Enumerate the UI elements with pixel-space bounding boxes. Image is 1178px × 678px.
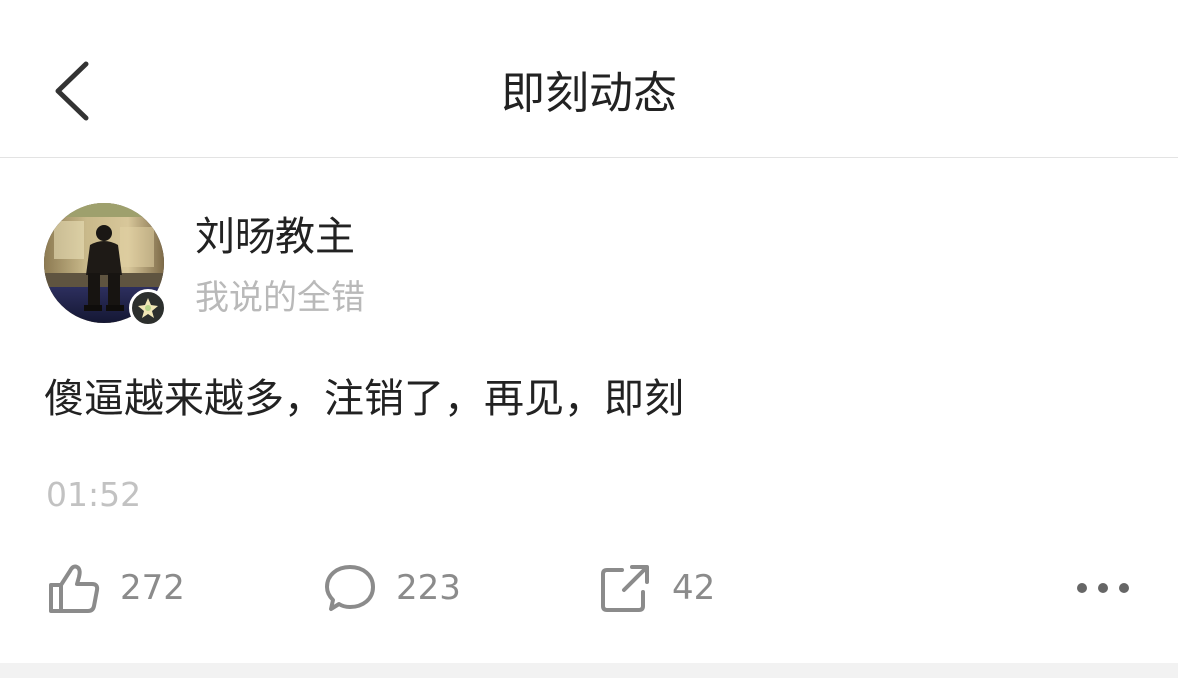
share-button[interactable]: 42 [598, 560, 715, 616]
flower-badge-icon [138, 298, 158, 318]
post-detail-page: 即刻动态 刘旸教主 我说的全错 傻逼越来越多，注销了，再见，即刻 01:52 2… [0, 0, 1178, 678]
page-title: 即刻动态 [501, 68, 677, 119]
author-name[interactable]: 刘旸教主 [195, 210, 355, 264]
post-content: 傻逼越来越多，注销了，再见，即刻 [44, 376, 684, 422]
more-options-button[interactable] [1070, 570, 1136, 606]
share-count: 42 [672, 568, 716, 608]
author-bio: 我说的全错 [195, 278, 365, 318]
comment-button[interactable]: 223 [322, 560, 461, 616]
share-out-icon [601, 565, 649, 612]
like-button[interactable]: 272 [46, 560, 185, 616]
post-timestamp: 01:52 [46, 475, 142, 514]
section-divider [0, 663, 1178, 678]
like-count: 272 [120, 568, 185, 608]
navigation-header: 即刻动态 [0, 0, 1178, 158]
speech-bubble-icon [325, 565, 375, 611]
verified-badge [129, 289, 167, 327]
more-dots-icon [1077, 583, 1129, 593]
comment-count: 223 [396, 568, 461, 608]
thumbs-up-icon [49, 564, 100, 613]
